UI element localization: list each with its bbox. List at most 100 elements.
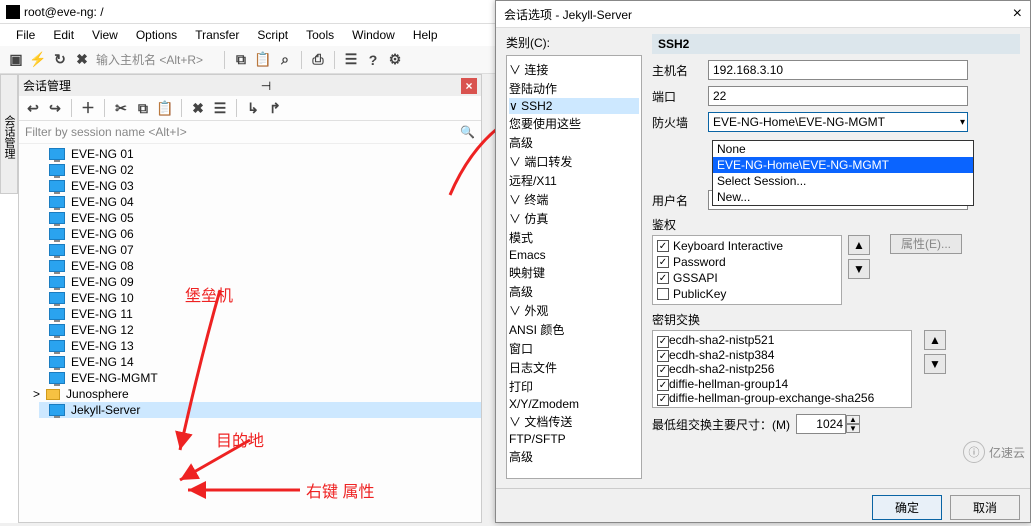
close-panel-icon[interactable]: × <box>461 78 477 94</box>
print-icon[interactable]: ⎙ <box>310 52 326 68</box>
firewall-combo[interactable]: EVE-NG-Home\EVE-NG-MGMT▾ <box>708 112 968 132</box>
reconnect-icon[interactable]: ↻ <box>52 52 68 68</box>
session-item[interactable]: EVE-NG 02 <box>49 162 481 178</box>
kex-item[interactable]: diffie-hellman-group-exchange-sha256 <box>657 391 907 406</box>
menu-window[interactable]: Window <box>344 26 403 44</box>
paste2-icon[interactable]: 📋 <box>157 100 173 116</box>
firewall-dropdown[interactable]: None EVE-NG-Home\EVE-NG-MGMT Select Sess… <box>712 140 974 206</box>
session-item[interactable]: EVE-NG 13 <box>49 338 481 354</box>
session-item[interactable]: EVE-NG 08 <box>49 258 481 274</box>
forward-icon[interactable]: ↪ <box>47 100 63 116</box>
session-folder[interactable]: > Junosphere <box>33 386 481 402</box>
help-icon[interactable]: ? <box>365 52 381 68</box>
session-item[interactable]: EVE-NG 10 <box>49 290 481 306</box>
checkbox-icon[interactable] <box>657 272 669 284</box>
props-icon[interactable]: ☰ <box>212 100 228 116</box>
host-input[interactable] <box>708 60 968 80</box>
menu-transfer[interactable]: Transfer <box>187 26 247 44</box>
cat-xyz[interactable]: X/Y/Zmodem <box>509 396 639 412</box>
auth-item[interactable]: Password <box>657 254 837 270</box>
min-spinner[interactable]: ▲▼ <box>796 414 860 434</box>
kex-down-button[interactable]: ▼ <box>924 354 946 374</box>
kex-item[interactable]: ecdh-sha2-nistp256 <box>657 362 907 377</box>
session-item[interactable]: EVE-NG 12 <box>49 322 481 338</box>
script-icon[interactable]: ⚙ <box>387 52 403 68</box>
menu-tools[interactable]: Tools <box>298 26 342 44</box>
session-item[interactable]: EVE-NG 06 <box>49 226 481 242</box>
cat-terminal[interactable]: ∨ 终端 <box>509 190 639 209</box>
auth-item[interactable]: PublicKey <box>657 286 837 302</box>
checkbox-icon[interactable] <box>657 288 669 300</box>
cat-logfile[interactable]: 日志文件 <box>509 358 639 377</box>
sidebar-tab-session[interactable]: 会话管理 <box>0 74 18 194</box>
cancel-button[interactable]: 取消 <box>950 495 1020 520</box>
fw-opt-none[interactable]: None <box>713 141 973 157</box>
kex-item[interactable]: ecdh-sha2-nistp384 <box>657 348 907 363</box>
cat-adv3[interactable]: 高级 <box>509 447 639 466</box>
auth-item[interactable]: GSSAPI <box>657 270 837 286</box>
cat-ansi[interactable]: ANSI 颜色 <box>509 320 639 339</box>
kex-item[interactable]: diffie-hellman-group14 <box>657 377 907 392</box>
session-tree[interactable]: EVE-NG 01EVE-NG 02EVE-NG 03EVE-NG 04 EVE-… <box>19 144 481 522</box>
cat-adv2[interactable]: 高级 <box>509 282 639 301</box>
session-mgr-icon[interactable]: ▣ <box>8 52 24 68</box>
options-icon[interactable]: ☰ <box>343 52 359 68</box>
import-icon[interactable]: ↳ <box>245 100 261 116</box>
menu-help[interactable]: Help <box>405 26 446 44</box>
props-button[interactable]: 属性(E)... <box>890 234 962 254</box>
spin-down-icon[interactable]: ▼ <box>846 424 860 433</box>
session-item[interactable]: EVE-NG 03 <box>49 178 481 194</box>
cat-emacs[interactable]: Emacs <box>509 247 639 263</box>
cat-ssh2-hint[interactable]: 您要使用这些 <box>509 114 639 133</box>
session-item[interactable]: EVE-NG 14 <box>49 354 481 370</box>
find-icon[interactable]: ⌕ <box>277 52 293 68</box>
copy-icon[interactable]: ⧉ <box>233 52 249 68</box>
cat-connect[interactable]: ∨ 连接 <box>509 60 639 79</box>
auth-listbox[interactable]: Keyboard InteractivePasswordGSSAPIPublic… <box>652 235 842 305</box>
session-item[interactable]: EVE-NG 11 <box>49 306 481 322</box>
fw-opt-mgmt[interactable]: EVE-NG-Home\EVE-NG-MGMT <box>713 157 973 173</box>
disconnect-icon[interactable]: ✖ <box>74 52 90 68</box>
cat-x11[interactable]: 远程/X11 <box>509 171 639 190</box>
checkbox-icon[interactable] <box>657 350 669 362</box>
cat-login[interactable]: 登陆动作 <box>509 79 639 98</box>
kex-item[interactable]: ecdh-sha2-nistp521 <box>657 333 907 348</box>
session-item[interactable]: EVE-NG 07 <box>49 242 481 258</box>
lightning-icon[interactable]: ⚡ <box>30 52 46 68</box>
fw-opt-new[interactable]: New... <box>713 189 973 205</box>
session-item[interactable]: EVE-NG 04 <box>49 194 481 210</box>
checkbox-icon[interactable] <box>657 240 669 252</box>
checkbox-icon[interactable] <box>657 379 669 391</box>
auth-up-button[interactable]: ▲ <box>848 235 870 255</box>
menu-options[interactable]: Options <box>128 26 185 44</box>
back-icon[interactable]: ↩ <box>25 100 41 116</box>
checkbox-icon[interactable] <box>657 365 669 377</box>
cat-ftp[interactable]: FTP/SFTP <box>509 431 639 447</box>
ok-button[interactable]: 确定 <box>872 495 942 520</box>
session-item[interactable]: EVE-NG-MGMT <box>49 370 481 386</box>
session-item[interactable]: EVE-NG 09 <box>49 274 481 290</box>
port-input[interactable] <box>708 86 968 106</box>
cat-emulation[interactable]: ∨ 仿真 <box>509 209 639 228</box>
cat-window[interactable]: 窗口 <box>509 339 639 358</box>
kex-up-button[interactable]: ▲ <box>924 330 946 350</box>
session-item[interactable]: EVE-NG 01 <box>49 146 481 162</box>
auth-item[interactable]: Keyboard Interactive <box>657 238 837 254</box>
checkbox-icon[interactable] <box>657 336 669 348</box>
kex-listbox[interactable]: ecdh-sha2-nistp521ecdh-sha2-nistp384ecdh… <box>652 330 912 408</box>
cut-icon[interactable]: ✂ <box>113 100 129 116</box>
checkbox-icon[interactable] <box>657 394 669 406</box>
menu-script[interactable]: Script <box>249 26 296 44</box>
cat-ssh2[interactable]: ∨ SSH2 <box>509 98 639 114</box>
session-filter[interactable]: Filter by session name <Alt+I> 🔍 <box>19 121 481 144</box>
menu-edit[interactable]: Edit <box>45 26 82 44</box>
delete-icon[interactable]: ✖ <box>190 100 206 116</box>
cat-portfwd[interactable]: ∨ 端口转发 <box>509 152 639 171</box>
spin-up-icon[interactable]: ▲ <box>846 415 860 424</box>
cat-advanced[interactable]: 高级 <box>509 133 639 152</box>
cat-appearance[interactable]: ∨ 外观 <box>509 301 639 320</box>
cat-mapkey[interactable]: 映射键 <box>509 263 639 282</box>
cat-print[interactable]: 打印 <box>509 377 639 396</box>
menu-view[interactable]: View <box>84 26 126 44</box>
dialog-close-icon[interactable]: × <box>1013 5 1022 23</box>
